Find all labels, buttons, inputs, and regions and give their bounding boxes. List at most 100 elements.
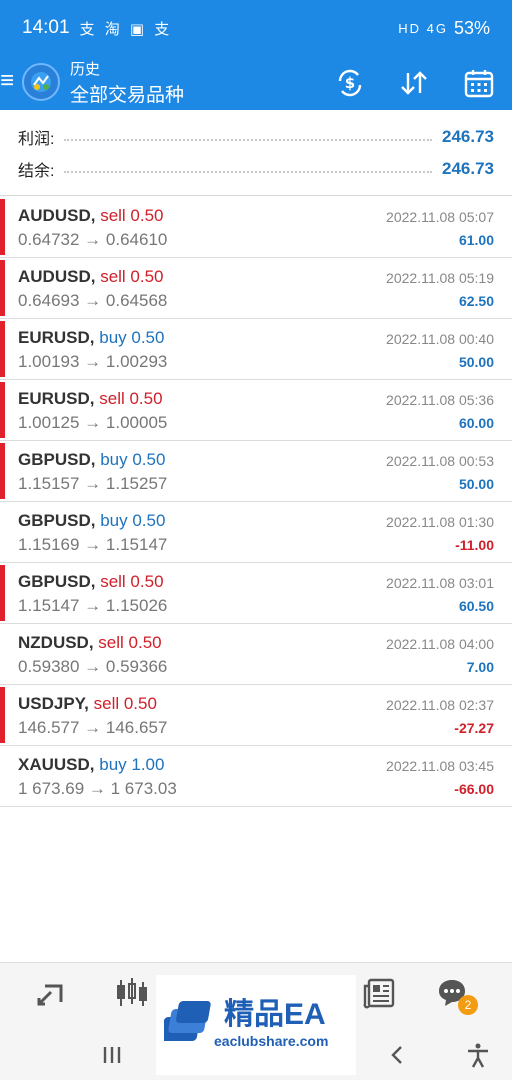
watermark-url: eaclubshare.com — [214, 1033, 329, 1049]
trade-profit: 7.00 — [466, 659, 494, 675]
recent-apps-icon[interactable] — [92, 1035, 132, 1075]
trade-profit: 60.50 — [458, 598, 494, 614]
trade-row[interactable]: GBPUSD, buy 0.50 1.15169 → 1.15147 2022.11… — [0, 502, 512, 563]
trade-row[interactable]: XAUUSD, buy 1.00 1 673.69 → 1 673.03 2022.… — [0, 746, 512, 807]
chat-badge: 2 — [458, 995, 478, 1015]
svg-text:$: $ — [345, 74, 355, 92]
trade-side: sell 0.50 — [100, 267, 164, 286]
app-bar: ≡ 历史 全部交易品种 $ — [0, 56, 512, 110]
status-time: 14:01 — [22, 17, 70, 38]
trade-symbol-line: USDJPY, sell 0.50 — [18, 694, 157, 714]
back-icon[interactable] — [378, 1035, 418, 1075]
trade-prices: 0.64732 → 0.64610 — [18, 230, 168, 249]
status-network: HD 4G — [398, 20, 448, 36]
trade-row[interactable]: EURUSD, buy 0.50 1.00193 → 1.00293 2022.11… — [0, 319, 512, 380]
trade-date: 2022.11.08 03:01 — [386, 575, 494, 591]
trade-date: 2022.11.08 00:40 — [386, 331, 494, 347]
trade-symbol: USDJPY, — [18, 694, 89, 713]
trade-row[interactable]: GBPUSD, sell 0.50 1.15147 → 1.15026 2022.1… — [0, 563, 512, 624]
trade-profit: 62.50 — [458, 293, 494, 309]
trade-date: 2022.11.08 02:37 — [386, 697, 494, 713]
chat-icon[interactable]: 2 — [432, 973, 478, 1015]
trade-symbol: AUDUSD, — [18, 267, 96, 286]
status-bar: 14:01 支 淘 ▣ 支 HD 4G 53% — [0, 0, 512, 56]
trade-prices: 1.00125 → 1.00005 — [18, 413, 168, 432]
trade-symbol: AUDUSD, — [18, 206, 96, 225]
watermark-brand: 精品EA — [224, 998, 326, 1031]
trade-symbol: NZDUSD, — [18, 633, 94, 652]
app-title-symbols[interactable]: 全部交易品种 — [70, 80, 184, 107]
balance-label: 结余: — [18, 163, 55, 180]
watermark-logo-icon — [164, 1001, 211, 1041]
news-icon[interactable] — [360, 973, 400, 1013]
trade-symbol-line: AUDUSD, sell 0.50 — [18, 206, 164, 226]
app-logo-icon[interactable] — [22, 63, 60, 101]
status-notification-icons: 支 淘 ▣ 支 — [79, 20, 173, 38]
sort-icon[interactable] — [397, 66, 431, 100]
trade-prices: 1.15147 → 1.15026 — [18, 596, 168, 615]
trade-symbol-line: GBPUSD, sell 0.50 — [18, 572, 164, 592]
trade-date: 2022.11.08 00:53 — [386, 453, 494, 469]
trade-profit: -66.00 — [454, 781, 494, 797]
dollar-cycle-icon[interactable]: $ — [333, 66, 367, 100]
trade-profit: 61.00 — [458, 232, 494, 248]
watermark-overlay: 精品EA eaclubshare.com — [156, 975, 356, 1075]
trade-marker-bar — [0, 382, 5, 438]
trade-profit: -27.27 — [454, 720, 494, 736]
menu-icon[interactable]: ≡ — [0, 68, 14, 94]
trade-side: buy 0.50 — [100, 511, 166, 530]
trade-date: 2022.11.08 05:19 — [386, 270, 494, 286]
trade-row[interactable]: GBPUSD, buy 0.50 1.15157 → 1.15257 2022.11… — [0, 441, 512, 502]
trade-prices: 1.15169 → 1.15147 — [18, 535, 168, 554]
trade-side: sell 0.50 — [100, 572, 164, 591]
trade-row[interactable]: AUDUSD, sell 0.50 0.64732 → 0.64610 2022.1… — [0, 197, 512, 258]
trade-symbol-line: EURUSD, buy 0.50 — [18, 328, 164, 348]
trade-marker-bar — [0, 443, 5, 499]
trade-prices: 0.59380 → 0.59366 — [18, 657, 168, 676]
trade-date: 2022.11.08 03:45 — [386, 758, 494, 774]
trade-date: 2022.11.08 05:36 — [386, 392, 494, 408]
trade-profit: 50.00 — [458, 476, 494, 492]
quotes-icon[interactable] — [30, 973, 70, 1013]
trade-prices: 1 673.69 → 1 673.03 — [18, 779, 177, 798]
dotted-leader — [64, 139, 432, 141]
trade-side: buy 0.50 — [100, 450, 166, 469]
accessibility-icon[interactable] — [458, 1035, 498, 1075]
trade-side: buy 0.50 — [99, 328, 165, 347]
trade-symbol-line: GBPUSD, buy 0.50 — [18, 450, 165, 470]
trade-prices: 146.577 → 146.657 — [18, 718, 168, 737]
trade-profit: 50.00 — [458, 354, 494, 370]
profit-value: 246.73 — [442, 127, 494, 146]
trade-symbol: GBPUSD, — [18, 572, 96, 591]
trade-symbol-line: NZDUSD, sell 0.50 — [18, 633, 162, 653]
trade-side: sell 0.50 — [93, 694, 157, 713]
trade-row[interactable]: AUDUSD, sell 0.50 0.64693 → 0.64568 2022.1… — [0, 258, 512, 319]
summary-panel: 利润: 246.73 结余: 246.73 — [0, 110, 512, 196]
chart-icon[interactable] — [112, 973, 152, 1013]
trade-symbol-line: GBPUSD, buy 0.50 — [18, 511, 165, 531]
trade-row[interactable]: NZDUSD, sell 0.50 0.59380 → 0.59366 2022.1… — [0, 624, 512, 685]
trade-symbol: XAUUSD, — [18, 755, 95, 774]
status-battery: 53% — [453, 17, 490, 38]
trade-marker-bar — [0, 199, 5, 255]
trade-row[interactable]: EURUSD, sell 0.50 1.00125 → 1.00005 2022.1… — [0, 380, 512, 441]
trade-date: 2022.11.08 05:07 — [386, 209, 494, 225]
trade-row[interactable]: USDJPY, sell 0.50 146.577 → 146.657 2022.1… — [0, 685, 512, 746]
app-title-small: 历史 — [70, 61, 101, 78]
trade-marker-bar — [0, 565, 5, 621]
balance-value: 246.73 — [442, 159, 494, 178]
trade-symbol: GBPUSD, — [18, 511, 96, 530]
dotted-leader — [64, 171, 432, 173]
trade-marker-bar — [0, 687, 5, 743]
trade-symbol: EURUSD, — [18, 328, 95, 347]
trade-side: sell 0.50 — [99, 389, 163, 408]
trade-date: 2022.11.08 01:30 — [386, 514, 494, 530]
trade-profit: -11.00 — [455, 537, 494, 553]
calendar-icon[interactable] — [462, 66, 496, 100]
trade-side: sell 0.50 — [98, 633, 162, 652]
trade-symbol: EURUSD, — [18, 389, 95, 408]
trade-side: sell 0.50 — [100, 206, 164, 225]
trade-date: 2022.11.08 04:00 — [386, 636, 494, 652]
trade-symbol-line: EURUSD, sell 0.50 — [18, 389, 163, 409]
trade-side: buy 1.00 — [99, 755, 165, 774]
